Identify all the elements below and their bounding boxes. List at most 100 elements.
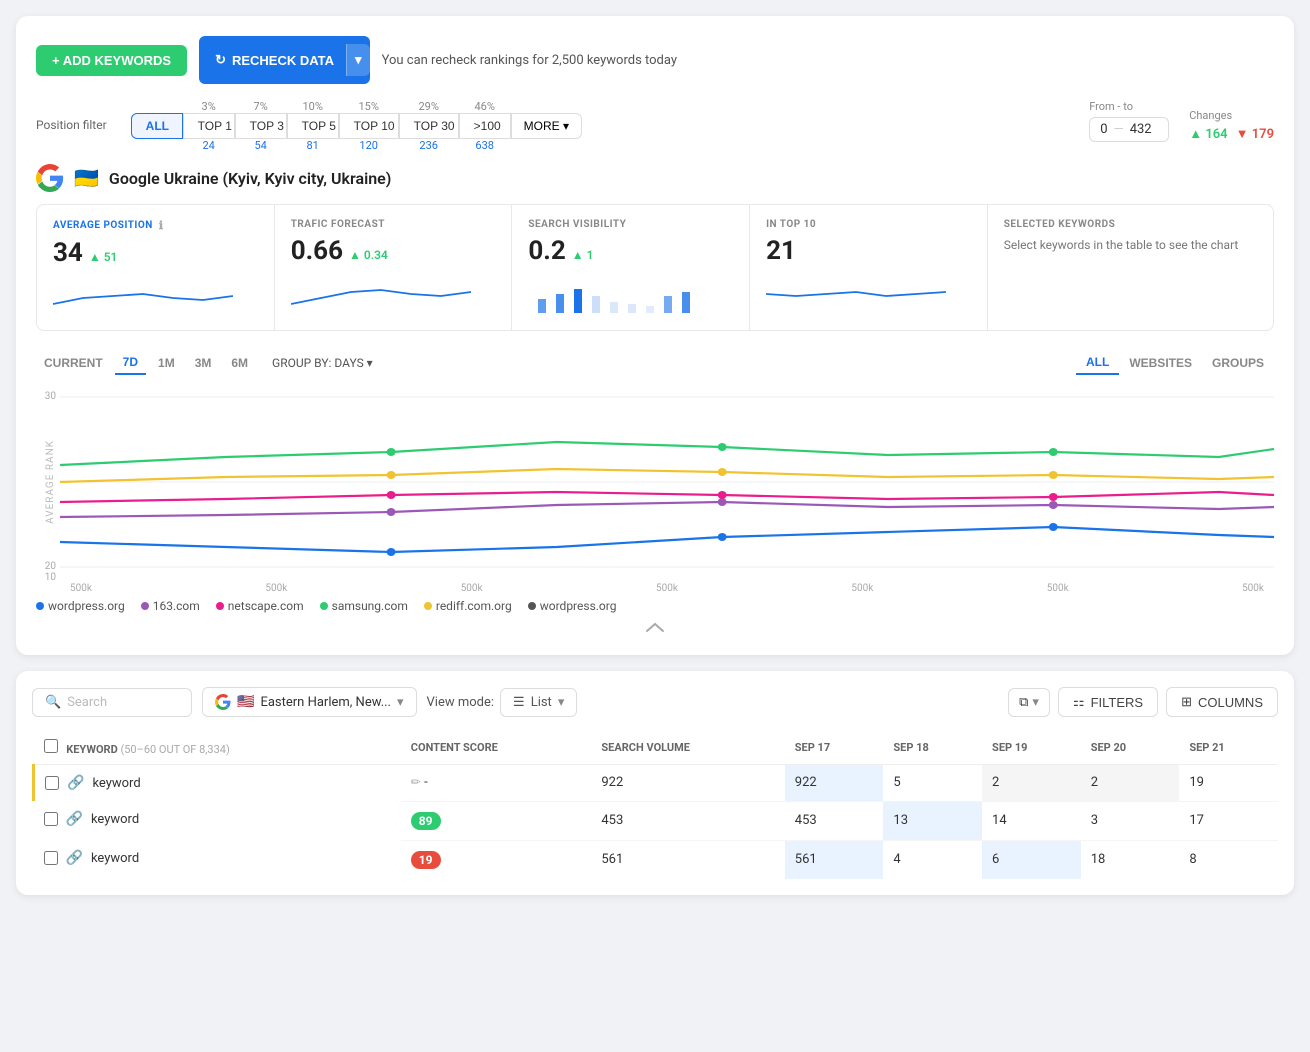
time-current-button[interactable]: CURRENT: [36, 352, 111, 374]
row2-score-badge: 89: [411, 812, 441, 830]
filter-icon: ⚏: [1073, 694, 1085, 710]
view-mode-selector[interactable]: ☰ List ▾: [500, 688, 577, 717]
row3-link-icon[interactable]: 🔗: [66, 850, 83, 866]
recheck-dropdown-arrow[interactable]: ▾: [346, 44, 370, 76]
row1-sep21: 19: [1179, 765, 1278, 802]
top10-sparkline: [766, 274, 971, 314]
filter-top10-button[interactable]: TOP 10: [339, 113, 399, 139]
visibility-change: ▲ 1: [572, 248, 594, 262]
avg-position-sparkline: [53, 276, 258, 316]
row3-sep18: 4: [883, 840, 982, 879]
row1-content-score: ✏ -: [401, 765, 592, 802]
row2-sep17: 453: [785, 801, 884, 840]
collapse-arrow[interactable]: [36, 621, 1274, 635]
metric-traffic-forecast: TRAFIC FORECAST 0.66 ▲ 0.34: [275, 205, 513, 330]
legend-163: 163.com: [141, 599, 200, 613]
time-3m-button[interactable]: 3M: [187, 352, 220, 374]
chart-tab-groups[interactable]: GROUPS: [1202, 352, 1274, 374]
row1-checkbox[interactable]: [45, 776, 59, 790]
time-1m-button[interactable]: 1M: [150, 352, 183, 374]
filter-top30-button[interactable]: TOP 30: [399, 113, 459, 139]
copy-icon: ⧉: [1019, 695, 1028, 710]
legend-wordpress2: wordpress.org: [528, 599, 617, 613]
row2-content-score: 89: [401, 801, 592, 840]
row2-sep18: 13: [883, 801, 982, 840]
table-row: 🔗 keyword 19 561 561 4 6 18 8: [34, 840, 1279, 879]
legend-samsung: samsung.com: [320, 599, 408, 613]
changes-down: ▼ 179: [1236, 126, 1274, 142]
header-sep19: SEP 19: [982, 731, 1081, 765]
filter-top1-button[interactable]: TOP 1: [183, 113, 235, 139]
google-location-title: Google Ukraine (Kyiv, Kyiv city, Ukraine…: [109, 169, 391, 188]
row1-sep19: 2: [982, 765, 1081, 802]
row2-checkbox[interactable]: [44, 812, 58, 826]
table-row: 🔗 keyword ✏ - 922 922 5 2 2 19: [34, 765, 1279, 802]
visibility-sparkline: [528, 274, 733, 314]
header-sep17: SEP 17: [785, 731, 884, 765]
metric-avg-position: AVERAGE POSITION ℹ 34 ▲ 51: [37, 205, 275, 330]
list-icon: ☰: [513, 695, 525, 710]
header-sep20: SEP 20: [1081, 731, 1180, 765]
row3-sep20: 18: [1081, 840, 1180, 879]
row3-checkbox[interactable]: [44, 851, 58, 865]
row1-keyword-cell: 🔗 keyword: [35, 765, 401, 801]
filter-top3-button[interactable]: TOP 3: [235, 113, 287, 139]
table-row: 🔗 keyword 89 453 453 13 14 3 17: [34, 801, 1279, 840]
location-selector[interactable]: 🇺🇸 Eastern Harlem, New... ▾: [202, 687, 417, 717]
row3-content-score: 19: [401, 840, 592, 879]
row2-link-icon[interactable]: 🔗: [66, 811, 83, 827]
select-all-checkbox[interactable]: [44, 739, 58, 753]
header-sep18: SEP 18: [883, 731, 982, 765]
table-header-row: KEYWORD (50–60 out of 8,334) CONTENT SCO…: [34, 731, 1279, 765]
chart-tabs: ALL WEBSITES GROUPS: [1076, 351, 1274, 375]
chart-tab-websites[interactable]: WEBSITES: [1119, 352, 1202, 374]
row1-sep20: 2: [1081, 765, 1180, 802]
columns-button[interactable]: ⊞ COLUMNS: [1166, 687, 1278, 717]
add-keywords-button[interactable]: + ADD KEYWORDS: [36, 45, 187, 76]
group-by-selector[interactable]: GROUP BY: DAYS ▾: [272, 356, 373, 370]
search-icon: 🔍: [45, 695, 61, 710]
row3-sep17: 561: [785, 840, 884, 879]
main-card: + ADD KEYWORDS ↻ RECHECK DATA ▾ You can …: [16, 16, 1294, 655]
row1-link-icon[interactable]: 🔗: [67, 775, 84, 791]
row3-keyword: keyword: [91, 851, 139, 866]
filter-all-button[interactable]: ALL: [131, 113, 183, 139]
row2-search-volume: 453: [591, 801, 784, 840]
position-filter-label: Position filter: [36, 118, 107, 132]
filters-button[interactable]: ⚏ FILTERS: [1058, 687, 1158, 717]
row3-search-volume: 561: [591, 840, 784, 879]
filter-top5-button[interactable]: TOP 5: [287, 113, 339, 139]
chart-area: 30 AVERAGE RANK 20 10: [36, 387, 1274, 587]
selected-keywords-sub: Select keywords in the table to see the …: [1004, 238, 1257, 252]
avg-position-info-icon[interactable]: ℹ: [159, 219, 164, 232]
time-6m-button[interactable]: 6M: [223, 352, 256, 374]
filter-gt100-button[interactable]: >100: [459, 113, 511, 139]
view-dropdown-icon: ▾: [558, 695, 565, 710]
keywords-table: KEYWORD (50–60 out of 8,334) CONTENT SCO…: [32, 731, 1278, 879]
row1-edit-icon[interactable]: ✏: [411, 775, 421, 789]
row1-sep17: 922: [785, 765, 884, 802]
row2-sep19: 14: [982, 801, 1081, 840]
search-input[interactable]: 🔍 Search: [32, 688, 192, 717]
metric-selected-keywords: SELECTED KEYWORDS Select keywords in the…: [988, 205, 1273, 330]
metrics-row: AVERAGE POSITION ℹ 34 ▲ 51 TRAFIC FORECA…: [36, 204, 1274, 331]
changes-label: Changes: [1189, 109, 1274, 122]
toolbar: + ADD KEYWORDS ↻ RECHECK DATA ▾ You can …: [36, 36, 1274, 84]
legend-rediff: rediff.com.org: [424, 599, 512, 613]
columns-icon: ⊞: [1181, 694, 1192, 710]
recheck-data-button[interactable]: ↻ RECHECK DATA ▾: [199, 36, 370, 84]
row3-keyword-cell: 🔗 keyword: [34, 840, 401, 876]
chart-legend: wordpress.org 163.com netscape.com samsu…: [36, 599, 1274, 613]
changes-block: Changes ▲ 164 ▼ 179: [1189, 109, 1274, 142]
metric-in-top10: IN TOP 10 21: [750, 205, 988, 330]
copy-button[interactable]: ⧉ ▾: [1008, 688, 1050, 717]
legend-wordpress1: wordpress.org: [36, 599, 125, 613]
chart-tab-all[interactable]: ALL: [1076, 351, 1119, 375]
traffic-sparkline: [291, 274, 496, 314]
table-toolbar: 🔍 Search 🇺🇸 Eastern Harlem, New... ▾ Vie…: [32, 687, 1278, 717]
from-to-input[interactable]: 0 — 432: [1089, 117, 1169, 142]
filter-more-button[interactable]: MORE ▾: [511, 113, 582, 139]
time-7d-button[interactable]: 7D: [115, 351, 146, 375]
google-logo-icon: [36, 164, 64, 192]
header-search-volume: SEARCH VOLUME: [591, 731, 784, 765]
